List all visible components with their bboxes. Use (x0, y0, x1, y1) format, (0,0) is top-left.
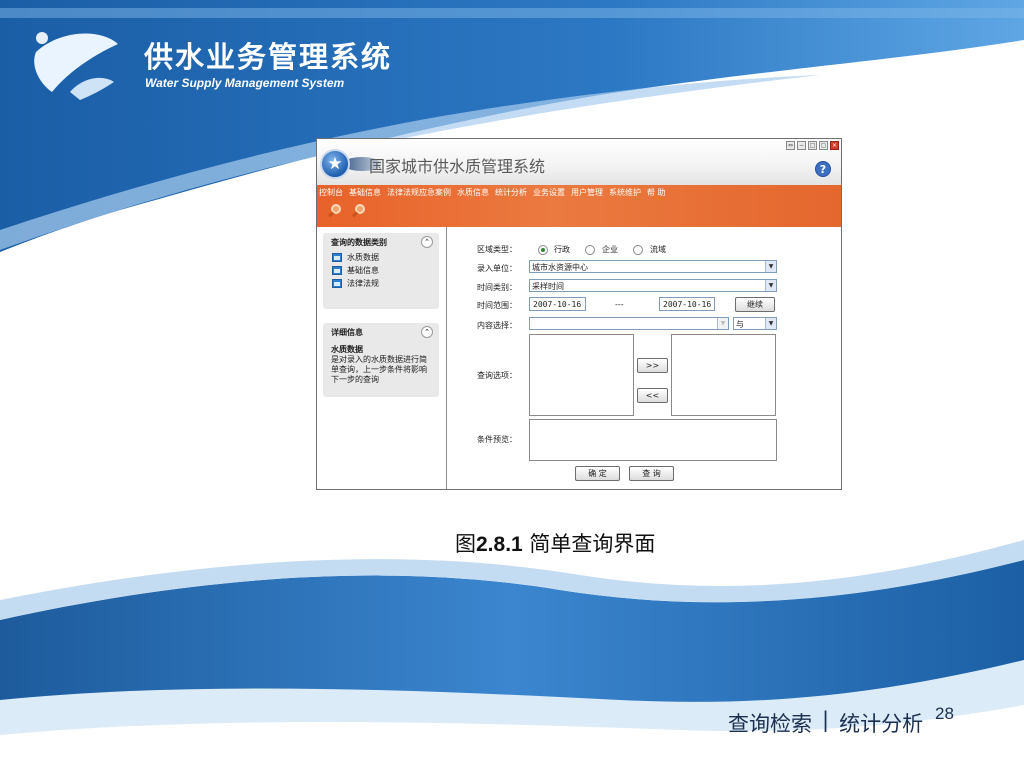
tree-item-label: 基础信息 (347, 266, 379, 275)
menu-basic-info[interactable]: 基础信息 (349, 187, 381, 198)
restore-icon[interactable]: ⇔ (786, 141, 795, 150)
panel-divider (446, 227, 447, 489)
caption-prefix: 图 (455, 532, 476, 556)
logic-select-value: 与 (736, 320, 744, 329)
ok-button[interactable]: 确 定 (575, 466, 620, 481)
move-right-button[interactable]: >> (637, 358, 668, 373)
chevron-down-icon: ▼ (765, 280, 776, 291)
menu-user-management[interactable]: 用户管理 (571, 187, 603, 198)
collapse-icon[interactable]: ⌃ (421, 326, 433, 338)
date-to-input[interactable]: 2007-10-16 (659, 297, 715, 311)
radio-label-administrative: 行政 (554, 245, 570, 254)
chevron-down-icon: ▼ (765, 261, 776, 272)
page-number: 28 (935, 704, 954, 723)
radio-label-basin: 流域 (650, 245, 666, 254)
unit-select[interactable]: 城市水资源中心 ▼ (529, 260, 777, 273)
continue-button[interactable]: 继续 (735, 297, 775, 312)
time-type-label: 时间类别： (477, 283, 517, 292)
menu-water-quality[interactable]: 水质信息 (457, 187, 489, 198)
menu-system-maintenance[interactable]: 系统维护 (609, 187, 641, 198)
radio-administrative[interactable] (538, 245, 548, 255)
left-panel: 查询的数据类别 ⌃ 水质数据 基础信息 法律法规 详细信息 ⌃ 水质数据 是对录… (323, 233, 439, 488)
query-category-header: 查询的数据类别 (331, 238, 387, 247)
tree-item-label: 法律法规 (347, 279, 379, 288)
logic-select[interactable]: 与 ▼ (733, 317, 777, 330)
footer-link-statistics[interactable]: 统计分析 (839, 708, 923, 738)
region-type-label: 区域类型： (477, 245, 517, 254)
table-icon (332, 266, 342, 275)
detail-info-header: 详细信息 (331, 328, 363, 337)
footer-nav: 查询检索 | 统计分析 (728, 708, 923, 738)
detail-description: 是对录入的水质数据进行简单查询，上一步条件将影响下一步的查询 (331, 355, 427, 384)
table-icon (332, 279, 342, 288)
minimize-icon[interactable]: − (797, 141, 806, 150)
menu-console[interactable]: 控制台 (319, 187, 343, 198)
tree-item-label: 水质数据 (347, 253, 379, 262)
chevron-down-icon: ▼ (717, 318, 728, 329)
caption-text: 简单查询界面 (529, 532, 656, 556)
footer-separator: | (822, 708, 830, 732)
close-icon[interactable]: × (830, 141, 839, 150)
tree-item-water-quality[interactable]: 水质数据 (323, 251, 439, 264)
window-controls: ⇔ − □ ▢ × (786, 141, 839, 150)
slide-title: 供水业务管理系统 (144, 40, 393, 74)
move-left-button[interactable]: << (637, 388, 668, 403)
menu-bar: 控制台 基础信息 法律法规应急案例 水质信息 统计分析 业务设置 用户管理 系统… (317, 185, 841, 227)
radio-label-enterprise: 企业 (602, 245, 618, 254)
radio-basin[interactable] (633, 245, 643, 255)
time-type-select-value: 采样时间 (532, 282, 564, 291)
footer-link-query[interactable]: 查询检索 (728, 708, 812, 738)
content-label: 内容选择： (477, 321, 517, 330)
date-from-input[interactable]: 2007-10-16 (529, 297, 586, 311)
search-icon[interactable] (327, 203, 343, 219)
caption-number: 2.8.1 (476, 533, 523, 556)
slide-subtitle: Water Supply Management System (145, 76, 345, 90)
star-logo-icon: ★ (320, 149, 350, 179)
menu-law-cases[interactable]: 法律法规应急案例 (387, 187, 451, 198)
preview-label: 条件预览： (477, 435, 517, 444)
menu-statistics[interactable]: 统计分析 (495, 187, 527, 198)
chevron-down-icon: ▼ (765, 318, 776, 329)
app-title-bar: ★ 国家城市供水质管理系统 ⇔ − □ ▢ × ? (317, 139, 841, 185)
detail-info-panel: 详细信息 ⌃ 水质数据 是对录入的水质数据进行简单查询，上一步条件将影响下一步的… (323, 323, 439, 397)
query-button[interactable]: 查 询 (629, 466, 674, 481)
detail-title: 水质数据 (331, 345, 363, 354)
tree-item-basic-info[interactable]: 基础信息 (323, 264, 439, 277)
date-separator: --- (615, 300, 624, 309)
radio-enterprise[interactable] (585, 245, 595, 255)
unit-label: 录入单位： (477, 264, 517, 273)
help-icon[interactable]: ? (815, 161, 831, 177)
unit-select-value: 城市水资源中心 (532, 263, 588, 272)
table-icon (332, 253, 342, 262)
fullscreen-icon[interactable]: ▢ (819, 141, 828, 150)
query-options-label: 查询选项： (477, 371, 517, 380)
query-category-panel: 查询的数据类别 ⌃ 水质数据 基础信息 法律法规 (323, 233, 439, 309)
app-window: ★ 国家城市供水质管理系统 ⇔ − □ ▢ × ? 控制台 基础信息 法律法规应… (316, 138, 842, 490)
menu-business-settings[interactable]: 业务设置 (533, 187, 565, 198)
content-select[interactable]: ▼ (529, 317, 729, 330)
collapse-icon[interactable]: ⌃ (421, 236, 433, 248)
menu-help[interactable]: 帮 助 (647, 187, 666, 198)
app-title: 国家城市供水质管理系统 (369, 157, 546, 176)
selected-options-list[interactable] (671, 334, 776, 416)
figure-caption: 图2.8.1 简单查询界面 (455, 528, 655, 558)
time-type-select[interactable]: 采样时间 ▼ (529, 279, 777, 292)
available-options-list[interactable] (529, 334, 634, 416)
condition-preview-box (529, 419, 777, 461)
tree-item-laws[interactable]: 法律法规 (323, 277, 439, 290)
search-icon[interactable] (351, 203, 367, 219)
maximize-icon[interactable]: □ (808, 141, 817, 150)
time-range-label: 时间范围： (477, 301, 517, 310)
